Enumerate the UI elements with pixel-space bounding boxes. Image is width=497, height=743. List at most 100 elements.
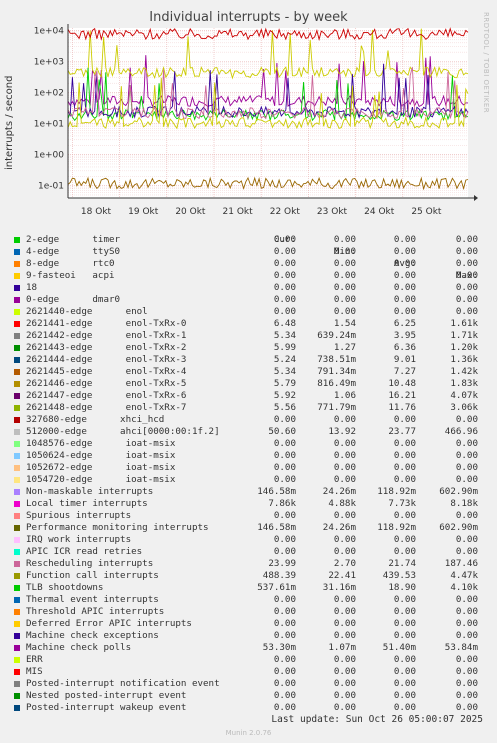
legend-label: Thermal event interrupts — [26, 594, 159, 605]
legend-avg-value: 0.00 — [393, 666, 416, 677]
legend-swatch — [14, 549, 20, 555]
legend-swatch — [14, 273, 20, 279]
legend-max-value: 0.00 — [455, 270, 478, 281]
legend-header: Cur: Min: Avg: Max: — [10, 222, 490, 281]
legend-cur-value: 0.00 — [273, 462, 296, 473]
legend-label: 2621448-edge enol-TxRx-7 — [26, 402, 187, 413]
legend-row: 2621442-edge enol-TxRx-1 5.34 639.24m 3.95 1… — [10, 330, 490, 342]
legend-label: MIS — [26, 666, 43, 677]
legend-cur-value: 0.00 — [273, 258, 296, 269]
legend-cur-value: 146.58m — [257, 522, 296, 533]
legend-avg-value: 10.48 — [388, 378, 416, 389]
rrdtool-watermark: RRDTOOL / TOBI OETIKER — [482, 12, 490, 114]
legend-row: Posted-interrupt wakeup event 0.00 0.00 0.0… — [10, 702, 490, 714]
legend-min-value: 0.00 — [333, 594, 356, 605]
last-update: Last update: Sun Oct 26 05:00:07 2025 — [271, 714, 483, 725]
legend-min-value: 1.06 — [333, 390, 356, 401]
legend-label: Function call interrupts — [26, 570, 159, 581]
legend-cur-value: 0.00 — [273, 246, 296, 257]
legend-row: ERR 0.00 0.00 0.00 0.00 — [10, 654, 490, 666]
legend-swatch — [14, 369, 20, 375]
legend-label: 2621444-edge enol-TxRx-3 — [26, 354, 187, 365]
legend-cur-value: 0.00 — [273, 678, 296, 689]
legend-swatch — [14, 465, 20, 471]
y-tick-label: 1e+00 — [34, 151, 65, 161]
legend-row: Rescheduling interrupts 23.99 2.70 21.74 187… — [10, 558, 490, 570]
legend-cur-value: 53.30m — [262, 642, 296, 653]
legend-min-value: 0.00 — [333, 534, 356, 545]
legend-cur-value: 0.00 — [273, 450, 296, 461]
legend-min-value: 1.07m — [328, 642, 356, 653]
legend-max-value: 0.00 — [455, 666, 478, 677]
legend-min-value: 639.24m — [317, 330, 356, 341]
legend-label: 2621445-edge enol-TxRx-4 — [26, 366, 187, 377]
legend-label: Deferred Error APIC interrupts — [26, 618, 192, 629]
legend-cur-value: 0.00 — [273, 594, 296, 605]
legend-min-value: 2.70 — [333, 558, 356, 569]
legend-avg-value: 118.92m — [377, 486, 416, 497]
x-tick-label: 18 Okt — [81, 207, 112, 217]
legend-cur-value: 0.00 — [273, 690, 296, 701]
legend-avg-value: 6.25 — [393, 318, 416, 329]
x-tick-label: 21 Okt — [223, 207, 254, 217]
legend-row: Spurious interrupts 0.00 0.00 0.00 0.00 — [10, 510, 490, 522]
legend-row: 4-edge ttyS0 0.00 0.00 0.00 0.00 — [10, 246, 490, 258]
legend-max-value: 0.00 — [455, 690, 478, 701]
legend-max-value: 0.00 — [455, 282, 478, 293]
legend-min-value: 771.79m — [317, 402, 356, 413]
legend-min-value: 0.00 — [333, 630, 356, 641]
legend-min-value: 0.00 — [333, 666, 356, 677]
legend-row: 1050624-edge ioat-msix 0.00 0.00 0.00 0.00 — [10, 450, 490, 462]
legend-avg-value: 0.00 — [393, 414, 416, 425]
legend-label: 1048576-edge ioat-msix — [26, 438, 176, 449]
legend-swatch — [14, 237, 20, 243]
legend-row: 2621445-edge enol-TxRx-4 5.34 791.34m 7.27 1… — [10, 366, 490, 378]
legend-max-value: 0.00 — [455, 534, 478, 545]
legend-label: Threshold APIC interrupts — [26, 606, 165, 617]
legend-swatch — [14, 249, 20, 255]
legend-min-value: 0.00 — [333, 618, 356, 629]
legend-swatch — [14, 429, 20, 435]
legend-min-value: 0.00 — [333, 438, 356, 449]
legend-min-value: 4.88k — [328, 498, 356, 509]
legend-avg-value: 0.00 — [393, 510, 416, 521]
legend-label: APIC ICR read retries — [26, 546, 143, 557]
legend-swatch — [14, 477, 20, 483]
legend-cur-value: 0.00 — [273, 618, 296, 629]
legend-row: 2621440-edge enol 0.00 0.00 0.00 0.00 — [10, 306, 490, 318]
legend: Cur: Min: Avg: Max: 2-edge timer 0.00 0.00… — [10, 222, 490, 714]
legend-max-value: 0.00 — [455, 234, 478, 245]
legend-label: Rescheduling interrupts — [26, 558, 154, 569]
legend-swatch — [14, 381, 20, 387]
legend-avg-value: 0.00 — [393, 654, 416, 665]
legend-max-value: 602.90m — [439, 522, 478, 533]
legend-row: 1052672-edge ioat-msix 0.00 0.00 0.00 0.00 — [10, 462, 490, 474]
legend-max-value: 187.46 — [444, 558, 478, 569]
legend-max-value: 53.84m — [444, 642, 478, 653]
legend-label: Performance monitoring interrupts — [26, 522, 209, 533]
legend-cur-value: 0.00 — [273, 630, 296, 641]
legend-max-value: 0.00 — [455, 654, 478, 665]
legend-max-value: 0.00 — [455, 414, 478, 425]
legend-swatch — [14, 501, 20, 507]
legend-label: Machine check polls — [26, 642, 132, 653]
legend-avg-value: 51.40m — [382, 642, 416, 653]
legend-row: 9-fasteoi acpi 0.00 0.00 0.00 0.00 — [10, 270, 490, 282]
legend-min-value: 0.00 — [333, 678, 356, 689]
legend-avg-value: 0.00 — [393, 270, 416, 281]
legend-avg-value: 11.76 — [388, 402, 416, 413]
legend-label: 2621443-edge enol-TxRx-2 — [26, 342, 187, 353]
legend-cur-value: 0.00 — [273, 438, 296, 449]
legend-swatch — [14, 417, 20, 423]
legend-cur-value: 0.00 — [273, 510, 296, 521]
legend-min-value: 0.00 — [333, 690, 356, 701]
legend-max-value: 0.00 — [455, 702, 478, 713]
legend-row: APIC ICR read retries 0.00 0.00 0.00 0.00 — [10, 546, 490, 558]
legend-avg-value: 0.00 — [393, 282, 416, 293]
legend-swatch — [14, 681, 20, 687]
legend-swatch — [14, 453, 20, 459]
legend-max-value: 4.47k — [450, 570, 478, 581]
legend-max-value: 1.20k — [450, 342, 478, 353]
legend-min-value: 24.26m — [322, 522, 356, 533]
legend-avg-value: 0.00 — [393, 450, 416, 461]
